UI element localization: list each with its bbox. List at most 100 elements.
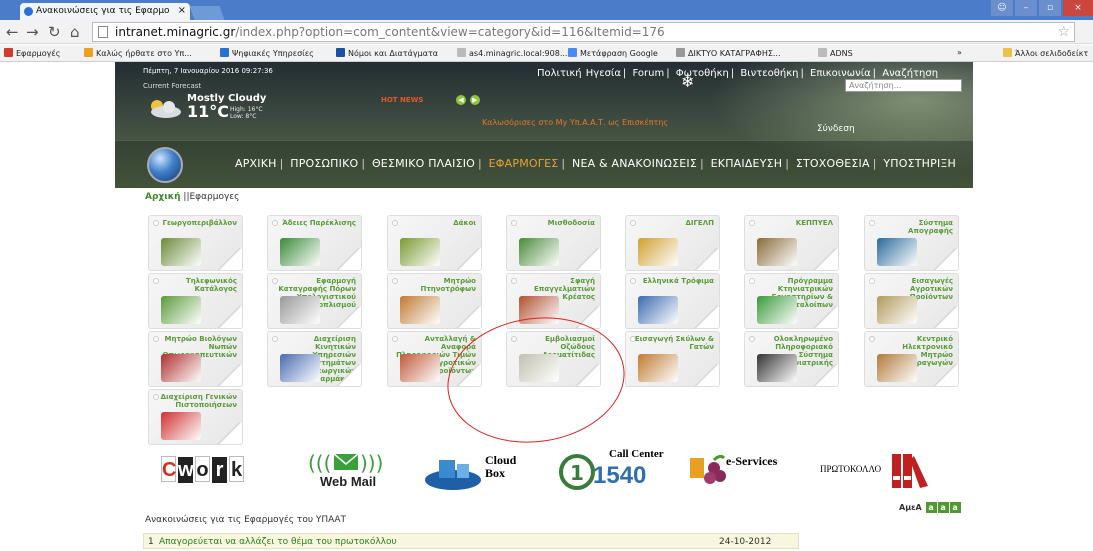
- announcement-number: 1: [148, 537, 154, 547]
- tile-label: Μισθοδοσία: [547, 219, 595, 227]
- eservices-banner[interactable]: e-Services: [688, 450, 803, 492]
- address-bar[interactable]: intranet.minagric.gr/index.php?option=co…: [92, 22, 1075, 42]
- app-tile[interactable]: Δάκοι: [387, 215, 482, 271]
- app-tile[interactable]: Άδειες Παρέκλισης: [267, 215, 362, 271]
- app-tile[interactable]: Μητρώο Πτηνοτρόφων: [387, 273, 482, 329]
- tile-image-icon: [519, 238, 559, 266]
- other-bookmarks[interactable]: Άλλοι σελιδοδείκτ: [1003, 48, 1088, 58]
- bookmark-network[interactable]: ΔΙΚΤΥΟ ΚΑΤΑΓΡΑΦΗΣ...: [676, 48, 781, 58]
- bookmark-as4[interactable]: as4.minagric.local:908...: [457, 48, 567, 58]
- login-link[interactable]: Σύνδεση: [817, 124, 855, 134]
- font-size-large[interactable]: a: [949, 502, 961, 513]
- nav-training[interactable]: ΕΚΠΑΙΔΕΥΣΗ: [711, 157, 783, 170]
- bookmarks-more[interactable]: »: [957, 48, 962, 57]
- svg-text:(((: (((: [308, 451, 331, 475]
- reload-icon[interactable]: ↻: [48, 23, 61, 41]
- tile-image-icon: [280, 354, 320, 382]
- nav-support[interactable]: ΥΠΟΣΤΗΡΙΞΗ: [883, 157, 956, 170]
- nav-personnel[interactable]: ΠΡΟΣΩΠΙΚΟ: [290, 157, 358, 170]
- bookmark-adns[interactable]: ADNS: [818, 48, 853, 58]
- browser-tab-bar: Ανακοινώσεις για τις Εφαρμο × ☺ – ▫ ×: [0, 0, 1093, 20]
- app-tile[interactable]: Σύστημα Απογραφής: [864, 215, 959, 271]
- search-input[interactable]: Αναζήτηση...: [845, 79, 962, 92]
- app-tile[interactable]: ΔΙΓΕΛΠ: [625, 215, 720, 271]
- font-size-medium[interactable]: a: [937, 502, 949, 513]
- tile-label: Μητρώο Πτηνοτρόφων: [420, 277, 476, 293]
- page-curl-icon: [216, 306, 242, 328]
- page-curl-icon: [335, 306, 361, 328]
- app-tile[interactable]: Κεντρικό Ηλεκτρονικό Μητρώο Οινοπαραγωγώ…: [864, 331, 959, 387]
- tab-favicon-icon: [24, 7, 33, 16]
- tab-close-icon[interactable]: ×: [178, 5, 186, 16]
- announcement-link[interactable]: Απαγορεύεται να αλλάζει το θέμα του πρωτ…: [159, 537, 397, 547]
- home-icon[interactable]: ⌂: [70, 23, 80, 41]
- app-tile[interactable]: Εισαγωγή Σκύλων & Γατών: [625, 331, 720, 387]
- cwork-banner[interactable]: Cw o r k: [160, 456, 255, 486]
- bookmark-laws[interactable]: Νόμοι και Διατάγματα: [336, 48, 438, 58]
- page-curl-icon: [693, 364, 719, 386]
- app-tile[interactable]: Εφαρμογή Καταγραφής Πόρων Υπολογιστικού …: [267, 273, 362, 329]
- announcement-row[interactable]: 1 Απαγορεύεται να αλλάζει το θέμα του πρ…: [143, 533, 799, 549]
- app-tile[interactable]: ΚΕΠΠΥΕΛ: [744, 215, 839, 271]
- bookmark-apps[interactable]: Εφαρμογές: [4, 48, 60, 58]
- app-tile[interactable]: Γεωργοπεριβάλλον: [148, 215, 243, 271]
- breadcrumb: Αρχική ||Εφαρμογες: [145, 192, 240, 202]
- top-menu-politics[interactable]: Πολιτική Ηγεσία: [537, 68, 621, 79]
- top-menu-forum[interactable]: Forum: [632, 68, 664, 79]
- top-menu-contact[interactable]: Επικοινωνία: [810, 68, 871, 79]
- bookmark-welcome[interactable]: Καλώς ήρθατε στο Υπ...: [84, 48, 192, 58]
- page-curl-icon: [216, 364, 242, 386]
- nav-home[interactable]: ΑΡΧΙΚΗ: [235, 157, 277, 170]
- forward-icon[interactable]: →: [26, 23, 39, 41]
- announcement-date: 24-10-2012: [719, 537, 772, 547]
- hot-news-prev-icon[interactable]: ◀: [456, 95, 466, 105]
- cloud-box-banner[interactable]: Cloud Box: [423, 450, 525, 492]
- breadcrumb-home[interactable]: Αρχική: [145, 192, 181, 202]
- app-tile[interactable]: Ελληνικά Τρόφιμα: [625, 273, 720, 329]
- font-size-small[interactable]: a: [925, 502, 937, 513]
- tile-label: Τηλεφωνικός Κατάλογος: [185, 277, 237, 293]
- tile-label: Άδειες Παρέκλισης: [282, 219, 356, 227]
- nav-applications[interactable]: ΕΦΑΡΜΟΓΕΣ: [489, 157, 559, 170]
- maximize-button[interactable]: ▫: [1039, 0, 1061, 16]
- close-window-button[interactable]: ×: [1063, 0, 1093, 16]
- bookmark-star-icon[interactable]: ☆: [1057, 24, 1070, 40]
- nav-targeting[interactable]: ΣΤΟΧΟΘΕΣΙΑ: [796, 157, 870, 170]
- url-path: /index.php?option=com_content&view=categ…: [235, 25, 665, 39]
- app-tile[interactable]: Διαχείριση Γενικών Πιστοποιήσεων: [148, 389, 243, 445]
- browser-toolbar: ← → ↻ ⌂ intranet.minagric.gr/index.php?o…: [0, 20, 1093, 44]
- new-tab-button[interactable]: [189, 6, 225, 20]
- protokollo-banner[interactable]: ΠΡΩΤΟΚΟΛΛΟ: [820, 450, 930, 492]
- bookmark-digital-services[interactable]: Ψηφιακές Υπηρεσίες: [220, 48, 314, 58]
- snowflake-icon: ❄: [681, 72, 695, 91]
- call-center-banner[interactable]: 1 Call Center 1540: [557, 448, 672, 492]
- announcements-title: Ανακοινώσεις για τις Εφαρμογές του ΥΠΑΑΤ: [145, 515, 346, 525]
- cloud-sun-icon: [151, 100, 181, 118]
- top-menu-videos[interactable]: Βιντεοθήκη: [740, 68, 798, 79]
- header-date: Πέμπτη, 7 Ιανουαρίου 2016 09:27:36: [143, 67, 273, 75]
- user-icon[interactable]: ☺: [991, 0, 1013, 16]
- app-tile[interactable]: Μητρώο Βιολόγων Νωπών Οπωροκηπευτικών: [148, 331, 243, 387]
- back-icon[interactable]: ←: [6, 23, 19, 41]
- tile-image-icon: [161, 412, 201, 440]
- nav-news[interactable]: ΝΕΑ & ΑΝΑΚΟΙΝΩΣΕΙΣ: [572, 157, 697, 170]
- page-curl-icon: [216, 422, 242, 444]
- tile-image-icon: [638, 354, 678, 382]
- hot-news-next-icon[interactable]: ▶: [470, 95, 480, 105]
- app-tile[interactable]: Τηλεφωνικός Κατάλογος: [148, 273, 243, 329]
- tile-image-icon: [280, 296, 320, 324]
- minimize-button[interactable]: –: [1015, 0, 1037, 16]
- browser-tab[interactable]: Ανακοινώσεις για τις Εφαρμο ×: [20, 3, 190, 20]
- globe-logo-icon[interactable]: [147, 147, 183, 183]
- app-tile[interactable]: Ολοκληρωμένο Πληροφοριακό Σύστημα Κτηνια…: [744, 331, 839, 387]
- webmail-banner[interactable]: ((( ))) Web Mail: [298, 450, 390, 492]
- top-menu: Πολιτική Ηγεσία | Forum | Φωτοθήκη | Βιντεο…: [537, 68, 939, 79]
- app-tile[interactable]: Διαχείριση Κινητικών Υπηρεσιών Συστημάτω…: [267, 331, 362, 387]
- app-tile[interactable]: Πρόγραμμα Κτηνιατρικών Εργαστηρίων & Κατ…: [744, 273, 839, 329]
- nav-legal-framework[interactable]: ΘΕΣΜΙΚΟ ΠΛΑΙΣΙΟ: [372, 157, 475, 170]
- app-tile[interactable]: Μισθοδοσία: [506, 215, 601, 271]
- top-menu-search[interactable]: Αναζήτηση: [882, 68, 938, 79]
- bookmark-google-translate[interactable]: Μετάφραση Google: [568, 48, 658, 58]
- app-tile[interactable]: Εισαγωγές Αγροτικών Προϊόντων: [864, 273, 959, 329]
- tile-label: Σύστημα Απογραφής: [908, 219, 953, 235]
